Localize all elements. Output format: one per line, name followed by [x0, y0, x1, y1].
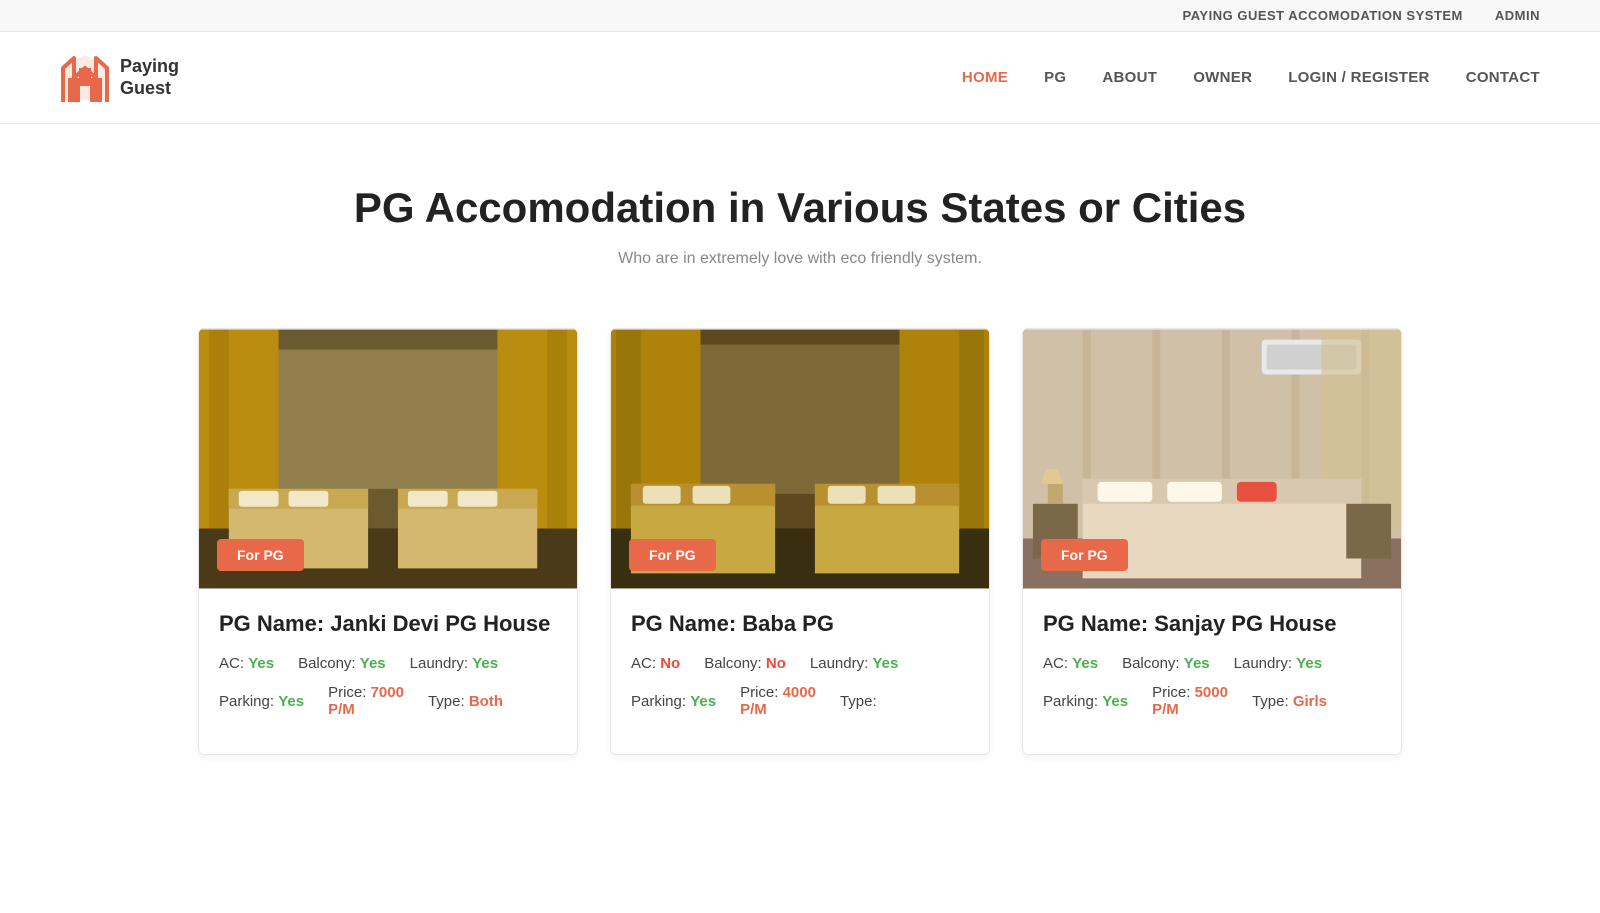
system-title: PAYING GUEST ACCOMODATION SYSTEM: [1183, 8, 1463, 23]
nav-item-owner[interactable]: OWNER: [1193, 69, 1252, 86]
parking-value-2: Yes: [690, 693, 716, 710]
balcony-field-1: Balcony: Yes: [298, 655, 386, 672]
price-field-1: Price: 7000P/M: [328, 684, 404, 718]
nav-item-login-register[interactable]: LOGIN / REGISTER: [1288, 69, 1429, 86]
price-value-3: 5000P/M: [1152, 684, 1228, 718]
price-field-3: Price: 5000P/M: [1152, 684, 1228, 718]
cards-section: For PG PG Name: Janki Devi PG House AC: …: [0, 288, 1600, 815]
laundry-value-3: Yes: [1296, 655, 1322, 672]
ac-field-2: AC: No: [631, 655, 680, 672]
ac-value-1: Yes: [248, 655, 274, 672]
laundry-value-2: Yes: [872, 655, 898, 672]
type-field-3: Type: Girls: [1252, 693, 1327, 710]
parking-field-3: Parking: Yes: [1043, 693, 1128, 710]
parking-field-1: Parking: Yes: [219, 693, 304, 710]
card-row-2-3: Parking: Yes Price: 5000P/M Type: Girls: [1043, 684, 1381, 718]
for-pg-badge-3[interactable]: For PG: [1041, 539, 1128, 571]
card-body-1: PG Name: Janki Devi PG House AC: Yes Bal…: [199, 589, 577, 754]
card-row-1-2: AC: No Balcony: No Laundry: Yes: [631, 655, 969, 672]
card-title-1: PG Name: Janki Devi PG House: [219, 611, 557, 637]
admin-label[interactable]: ADMIN: [1495, 8, 1540, 23]
balcony-value-3: Yes: [1184, 655, 1210, 672]
main-nav: HOME PG ABOUT OWNER LOGIN / REGISTER CON…: [962, 69, 1540, 86]
pg-card-2: For PG PG Name: Baba PG AC: No Balcony: …: [610, 328, 990, 755]
parking-value-1: Yes: [278, 693, 304, 710]
ac-field-3: AC: Yes: [1043, 655, 1098, 672]
ac-value-2: No: [660, 655, 680, 672]
laundry-field-2: Laundry: Yes: [810, 655, 898, 672]
balcony-field-2: Balcony: No: [704, 655, 786, 672]
hero-section: PG Accomodation in Various States or Cit…: [0, 124, 1600, 288]
for-pg-badge-1[interactable]: For PG: [217, 539, 304, 571]
logo-icon: [60, 50, 110, 105]
card-image-wrapper-3: For PG: [1023, 329, 1401, 589]
pg-card-3: For PG PG Name: Sanjay PG House AC: Yes …: [1022, 328, 1402, 755]
balcony-field-3: Balcony: Yes: [1122, 655, 1210, 672]
price-value-2: 4000P/M: [740, 684, 816, 718]
nav-item-contact[interactable]: CONTACT: [1466, 69, 1540, 86]
card-row-2-1: Parking: Yes Price: 7000P/M Type: Both: [219, 684, 557, 718]
card-row-1-1: AC: Yes Balcony: Yes Laundry: Yes: [219, 655, 557, 672]
card-body-3: PG Name: Sanjay PG House AC: Yes Balcony…: [1023, 589, 1401, 754]
header: Paying Guest HOME PG ABOUT OWNER LOGIN /…: [0, 32, 1600, 124]
card-body-2: PG Name: Baba PG AC: No Balcony: No Laun…: [611, 589, 989, 754]
nav-item-about[interactable]: ABOUT: [1102, 69, 1157, 86]
type-value-3: Girls: [1293, 693, 1327, 710]
parking-value-3: Yes: [1102, 693, 1128, 710]
top-bar: PAYING GUEST ACCOMODATION SYSTEM ADMIN: [0, 0, 1600, 32]
logo-text: Paying Guest: [120, 56, 179, 99]
card-image-wrapper-2: For PG: [611, 329, 989, 589]
logo[interactable]: Paying Guest: [60, 50, 179, 105]
laundry-field-1: Laundry: Yes: [410, 655, 498, 672]
card-title-3: PG Name: Sanjay PG House: [1043, 611, 1381, 637]
card-image-wrapper-1: For PG: [199, 329, 577, 589]
nav-item-home[interactable]: HOME: [962, 69, 1008, 86]
nav-item-pg[interactable]: PG: [1044, 69, 1066, 86]
card-row-1-3: AC: Yes Balcony: Yes Laundry: Yes: [1043, 655, 1381, 672]
price-value-1: 7000P/M: [328, 684, 404, 718]
card-row-2-2: Parking: Yes Price: 4000P/M Type:: [631, 684, 969, 718]
price-field-2: Price: 4000P/M: [740, 684, 816, 718]
type-value-1: Both: [469, 693, 503, 710]
laundry-value-1: Yes: [472, 655, 498, 672]
for-pg-badge-2[interactable]: For PG: [629, 539, 716, 571]
card-title-2: PG Name: Baba PG: [631, 611, 969, 637]
hero-subtitle: Who are in extremely love with eco frien…: [20, 250, 1580, 268]
ac-value-3: Yes: [1072, 655, 1098, 672]
type-field-2: Type:: [840, 693, 877, 710]
hero-title: PG Accomodation in Various States or Cit…: [20, 184, 1580, 232]
balcony-value-2: No: [766, 655, 786, 672]
parking-field-2: Parking: Yes: [631, 693, 716, 710]
type-field-1: Type: Both: [428, 693, 503, 710]
balcony-value-1: Yes: [360, 655, 386, 672]
pg-card-1: For PG PG Name: Janki Devi PG House AC: …: [198, 328, 578, 755]
laundry-field-3: Laundry: Yes: [1234, 655, 1322, 672]
ac-field-1: AC: Yes: [219, 655, 274, 672]
